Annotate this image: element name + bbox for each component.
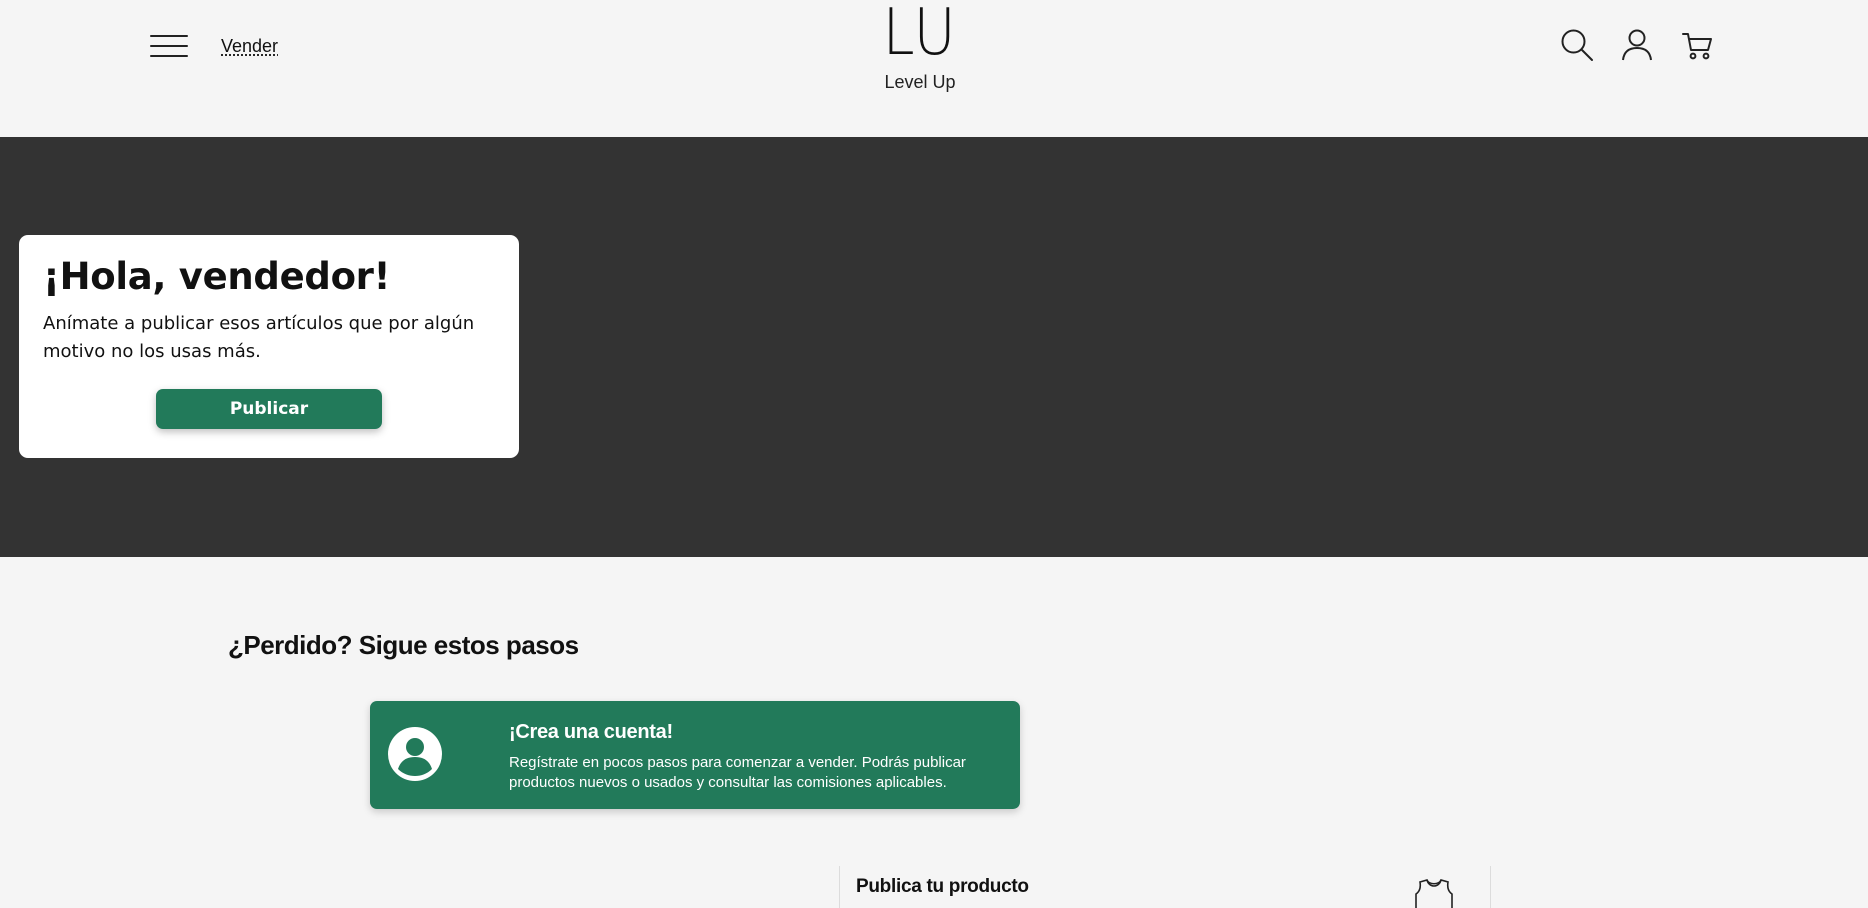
user-circle-icon <box>388 727 442 781</box>
publish-button[interactable]: Publicar <box>156 389 382 429</box>
site-header: Vender LU Level Up <box>0 0 1868 137</box>
steps-title: ¿Perdido? Sigue estos pasos <box>228 630 579 660</box>
jersey-icon <box>1415 879 1453 908</box>
hero-text: Anímate a publicar esos artículos que po… <box>43 313 475 362</box>
hero-card: ¡Hola, vendedor! Anímate a publicar esos… <box>19 235 519 458</box>
publish-product-panel: Publica tu producto <box>839 866 1491 908</box>
search-icon[interactable] <box>1560 28 1594 62</box>
step-title: ¡Crea una cuenta! <box>509 721 673 743</box>
logo[interactable]: LU Level Up <box>870 0 970 93</box>
hamburger-menu-icon[interactable] <box>150 35 188 57</box>
header-actions <box>1560 28 1714 62</box>
hero-title: ¡Hola, vendedor! <box>43 255 391 298</box>
hero-banner: ¡Hola, vendedor! Anímate a publicar esos… <box>0 137 1868 557</box>
step-text: Regístrate en pocos pasos para comenzar … <box>509 754 966 791</box>
logo-mark: LU <box>882 0 958 70</box>
sell-link[interactable]: Vender <box>221 36 278 57</box>
publish-panel-title: Publica tu producto <box>856 876 1029 897</box>
logo-name: Level Up <box>884 72 956 92</box>
cart-icon[interactable] <box>1680 28 1714 62</box>
user-icon[interactable] <box>1620 28 1654 62</box>
step-card-create-account[interactable]: ¡Crea una cuenta! Regístrate en pocos pa… <box>370 701 1020 809</box>
